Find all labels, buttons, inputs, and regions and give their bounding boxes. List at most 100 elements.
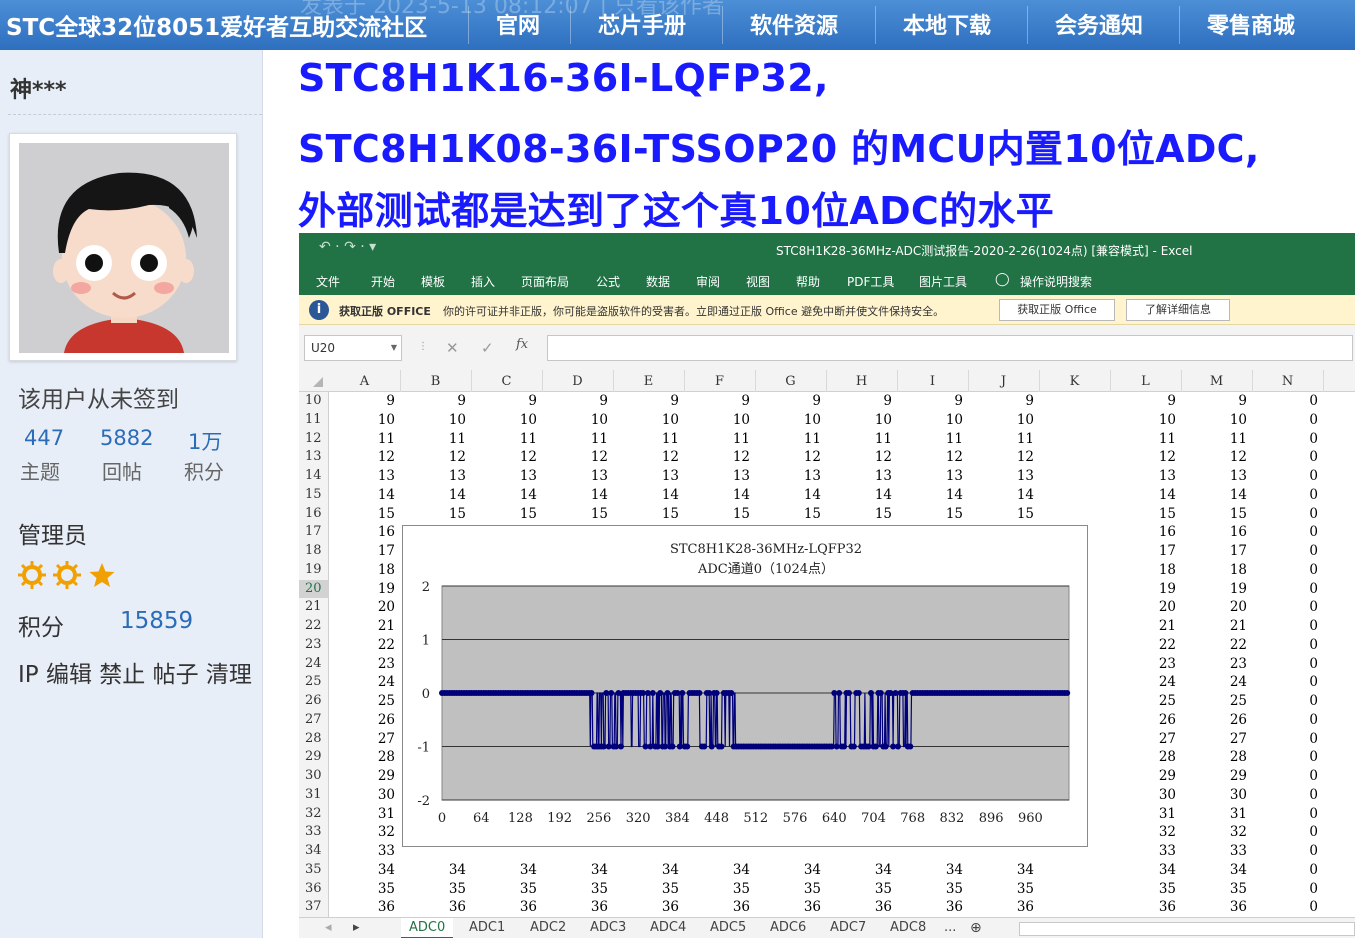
cell-l27[interactable]: 26	[1110, 711, 1176, 730]
cell-f35[interactable]: 34	[684, 861, 750, 880]
column-header-l[interactable]: L	[1110, 374, 1181, 389]
nav-official-site[interactable]: 官网	[496, 8, 540, 40]
tab-templates[interactable]: 模板	[421, 273, 445, 290]
row-header[interactable]: 35	[299, 861, 329, 880]
cell-a15[interactable]: 14	[329, 486, 395, 505]
cell-l28[interactable]: 27	[1110, 730, 1176, 749]
tab-picture-tools[interactable]: 图片工具	[919, 273, 967, 290]
cell-l26[interactable]: 25	[1110, 692, 1176, 711]
row-header[interactable]: 15	[299, 486, 329, 505]
cell-d15[interactable]: 14	[542, 486, 608, 505]
cell-a27[interactable]: 26	[329, 711, 395, 730]
cell-f10[interactable]: 9	[684, 392, 750, 411]
cell-a14[interactable]: 13	[329, 467, 395, 486]
cell-a21[interactable]: 20	[329, 598, 395, 617]
cell-h10[interactable]: 9	[826, 392, 892, 411]
cell-l17[interactable]: 16	[1110, 523, 1176, 542]
row-header[interactable]: 25	[299, 673, 329, 692]
stat-credits-value[interactable]: 1万	[188, 426, 222, 456]
sheet-tab-adc5[interactable]: ADC5	[710, 920, 746, 935]
cell-m34[interactable]: 33	[1181, 842, 1247, 861]
cell-m35[interactable]: 34	[1181, 861, 1247, 880]
cell-j11[interactable]: 10	[968, 411, 1034, 430]
cell-l35[interactable]: 34	[1110, 861, 1176, 880]
cell-c16[interactable]: 15	[471, 505, 537, 524]
cell-m36[interactable]: 35	[1181, 880, 1247, 899]
cell-b11[interactable]: 10	[400, 411, 466, 430]
column-header-i[interactable]: I	[897, 374, 968, 389]
formula-input[interactable]	[547, 335, 1353, 361]
sheet-tab-adc6[interactable]: ADC6	[770, 920, 806, 935]
cell-m30[interactable]: 29	[1181, 767, 1247, 786]
cell-a30[interactable]: 29	[329, 767, 395, 786]
cell-g15[interactable]: 14	[755, 486, 821, 505]
cell-m16[interactable]: 15	[1181, 505, 1247, 524]
row-header[interactable]: 33	[299, 823, 329, 842]
cell-m10[interactable]: 9	[1181, 392, 1247, 411]
sheet-tab-adc7[interactable]: ADC7	[830, 920, 866, 935]
sheet-tab-adc3[interactable]: ADC3	[590, 920, 626, 935]
cell-a16[interactable]: 15	[329, 505, 395, 524]
select-all-corner[interactable]	[313, 377, 323, 387]
cell-f37[interactable]: 36	[684, 898, 750, 917]
row-header[interactable]: 29	[299, 748, 329, 767]
nav-downloads[interactable]: 本地下载	[903, 8, 991, 40]
tab-review[interactable]: 审阅	[696, 273, 720, 290]
cell-m26[interactable]: 25	[1181, 692, 1247, 711]
sheet-tab-adc0[interactable]: ADC0	[401, 918, 454, 938]
cell-g11[interactable]: 10	[755, 411, 821, 430]
cell-n37[interactable]: 0	[1252, 898, 1318, 917]
cell-h36[interactable]: 35	[826, 880, 892, 899]
cell-m37[interactable]: 36	[1181, 898, 1247, 917]
row-header[interactable]: 20	[299, 579, 329, 599]
cell-m15[interactable]: 14	[1181, 486, 1247, 505]
cell-n18[interactable]: 0	[1252, 542, 1318, 561]
cell-l14[interactable]: 13	[1110, 467, 1176, 486]
chevron-down-icon[interactable]: ▼	[391, 336, 397, 360]
cell-g37[interactable]: 36	[755, 898, 821, 917]
site-title[interactable]: STC全球32位8051爱好者互助交流社区	[6, 8, 427, 42]
column-header-h[interactable]: H	[826, 374, 897, 389]
cell-j10[interactable]: 9	[968, 392, 1034, 411]
nav-shop[interactable]: 零售商城	[1207, 8, 1295, 40]
cell-f16[interactable]: 15	[684, 505, 750, 524]
cell-m11[interactable]: 10	[1181, 411, 1247, 430]
cell-c14[interactable]: 13	[471, 467, 537, 486]
cell-n21[interactable]: 0	[1252, 598, 1318, 617]
cell-c13[interactable]: 12	[471, 448, 537, 467]
cell-a26[interactable]: 25	[329, 692, 395, 711]
cell-n27[interactable]: 0	[1252, 711, 1318, 730]
cell-m27[interactable]: 26	[1181, 711, 1247, 730]
cell-g35[interactable]: 34	[755, 861, 821, 880]
cell-e15[interactable]: 14	[613, 486, 679, 505]
nav-notices[interactable]: 会务通知	[1055, 8, 1143, 40]
cell-n29[interactable]: 0	[1252, 748, 1318, 767]
tab-help[interactable]: 帮助	[796, 273, 820, 290]
column-header-g[interactable]: G	[755, 374, 826, 389]
cell-f36[interactable]: 35	[684, 880, 750, 899]
cell-b14[interactable]: 13	[400, 467, 466, 486]
column-header-f[interactable]: F	[684, 374, 755, 389]
cell-n26[interactable]: 0	[1252, 692, 1318, 711]
cell-h14[interactable]: 13	[826, 467, 892, 486]
cell-m32[interactable]: 31	[1181, 805, 1247, 824]
cell-i10[interactable]: 9	[897, 392, 963, 411]
cell-a23[interactable]: 22	[329, 636, 395, 655]
column-header-j[interactable]: J	[968, 374, 1039, 389]
cell-j15[interactable]: 14	[968, 486, 1034, 505]
tab-pdf-tools[interactable]: PDF工具	[847, 273, 894, 290]
tab-view[interactable]: 视图	[746, 273, 770, 290]
column-header-n[interactable]: N	[1252, 374, 1323, 389]
cell-j37[interactable]: 36	[968, 898, 1034, 917]
row-header[interactable]: 37	[299, 898, 329, 917]
cell-i12[interactable]: 11	[897, 430, 963, 449]
tab-home[interactable]: 开始	[371, 273, 395, 290]
cell-g16[interactable]: 15	[755, 505, 821, 524]
tab-formulas[interactable]: 公式	[596, 273, 620, 290]
cell-b35[interactable]: 34	[400, 861, 466, 880]
cell-n30[interactable]: 0	[1252, 767, 1318, 786]
tab-insert[interactable]: 插入	[471, 273, 495, 290]
confirm-icon[interactable]: ✓	[481, 339, 494, 357]
add-sheet-icon[interactable]: ⊕	[970, 920, 982, 936]
cell-n22[interactable]: 0	[1252, 617, 1318, 636]
